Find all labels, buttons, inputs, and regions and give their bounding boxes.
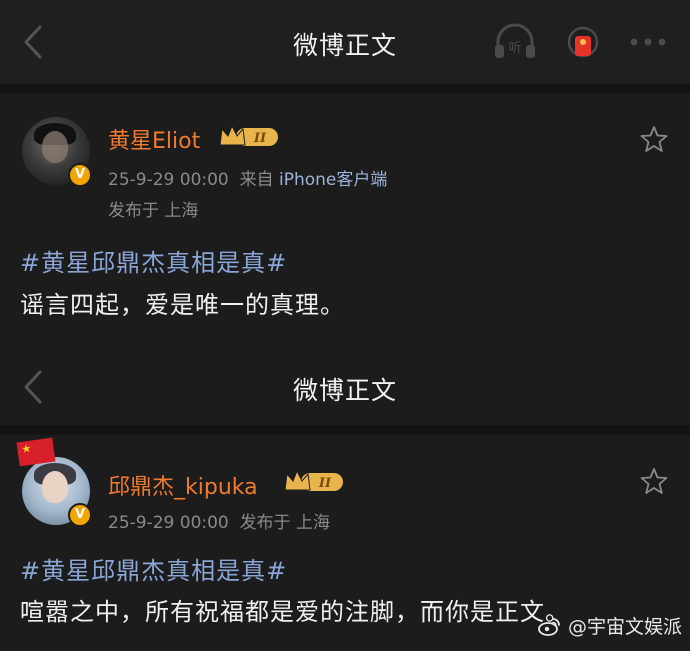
post-date: 25-9-29 00:00 [108,513,229,533]
post-meta: 25-9-29 00:00 发布于 上海 [108,508,330,533]
crown-level-icon[interactable]: II [218,123,280,151]
second-nav-bar: 微博正文 [0,345,690,425]
star-outline-icon[interactable] [640,125,668,153]
weibo-post: V 黄星Eliot II 25-9-29 00:00 来自 iPhone客户端 … [0,93,690,355]
source-prefix: 来自 [239,170,274,190]
listen-headphones-icon[interactable]: 听 [492,22,538,62]
hashtag-link[interactable]: #黄星邱鼎杰真相是真# [20,243,287,278]
post-source[interactable]: iPhone客户端 [279,170,387,190]
weibo-logo-icon [538,617,560,636]
hashtag-link[interactable]: #黄星邱鼎杰真相是真# [20,551,287,586]
page-title: 微博正文 [292,376,397,405]
avatar[interactable]: V [22,117,92,187]
red-packet-icon[interactable] [566,22,600,62]
star-outline-icon[interactable] [640,467,668,495]
level-badge-text: II [253,131,267,146]
more-icon[interactable] [628,37,668,47]
crown-level-icon[interactable]: II [283,468,345,496]
svg-text:听: 听 [508,41,521,56]
level-badge-text: II [318,476,332,491]
post-meta: 25-9-29 00:00 来自 iPhone客户端 [108,165,387,190]
verified-icon: V [68,163,92,187]
section-divider [0,425,690,435]
watermark: @宇宙文娱派 [538,612,682,639]
watermark-text: @宇宙文娱派 [567,616,682,638]
post-location: 发布于 上海 [239,513,330,533]
china-flag-icon: ★ [16,437,56,467]
top-nav-bar: 微博正文 听 [0,0,690,84]
nav-actions: 听 [492,22,668,62]
post-text: 谣言四起，爱是唯一的真理。 [20,291,345,319]
username[interactable]: 黄星Eliot [108,123,200,155]
post-text: 喧嚣之中，所有祝福都是爱的注脚，而你是正文。 [20,598,570,626]
verified-icon: V [68,503,92,527]
post-location: 发布于 上海 [108,201,199,221]
post-date: 25-9-29 00:00 [108,170,229,190]
section-divider [0,84,690,93]
avatar[interactable]: V [22,457,92,527]
username[interactable]: 邱鼎杰_kipuka [108,469,258,501]
